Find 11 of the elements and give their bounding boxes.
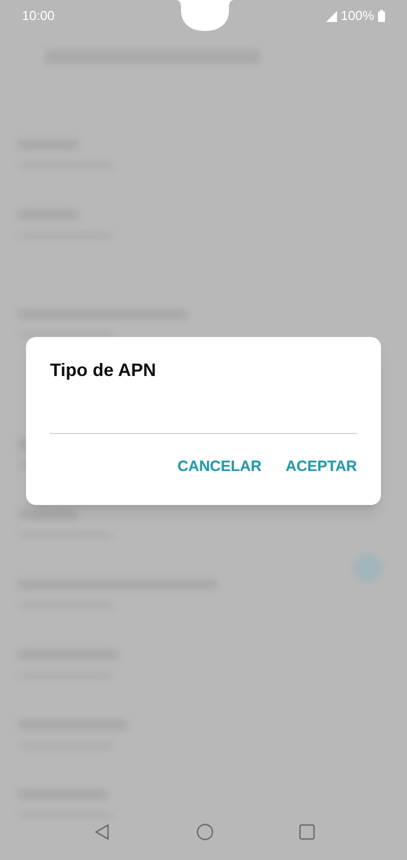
dialog-title: Tipo de APN [50,359,158,382]
back-icon[interactable] [92,823,110,841]
dialog-button[interactable]: CANCELAR [177,456,262,478]
signal-icon [326,10,337,22]
battery-icon [378,10,385,22]
battery-percent: 100% [340,7,374,26]
notch-drawing [175,0,235,32]
dialog-button[interactable]: ACEPTAR [286,456,357,478]
recents-icon[interactable] [298,824,314,840]
home-icon[interactable] [196,823,214,841]
clock: 10:00 [22,7,55,26]
